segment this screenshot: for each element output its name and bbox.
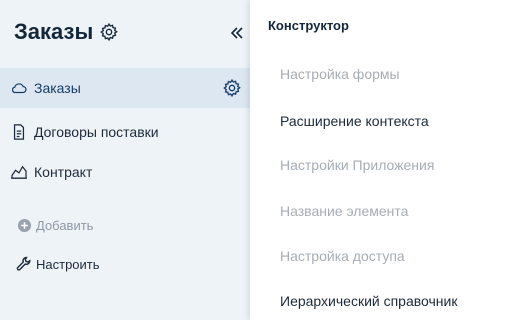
sidebar-item-contract[interactable]: Контракт bbox=[0, 152, 250, 192]
document-icon bbox=[10, 123, 28, 141]
sidebar-item-label: Договоры поставки bbox=[34, 124, 159, 140]
gear-icon[interactable] bbox=[99, 22, 119, 42]
menu-item-access-settings[interactable]: Настройка доступа bbox=[280, 248, 405, 264]
configure-button[interactable]: Настроить bbox=[0, 251, 250, 277]
cloud-icon bbox=[10, 79, 28, 97]
gear-icon[interactable] bbox=[222, 78, 242, 98]
add-circle-icon bbox=[16, 217, 32, 233]
sidebar-item-label: Контракт bbox=[34, 164, 93, 180]
sidebar-item-supply-contracts[interactable]: Договоры поставки bbox=[0, 112, 250, 152]
menu-item-context-extension[interactable]: Расширение контекста bbox=[280, 113, 429, 129]
app-title-text: Заказы bbox=[14, 19, 94, 44]
constructor-dropdown-menu: Конструктор Настройка формы Расширение к… bbox=[250, 0, 508, 320]
configure-label: Настроить bbox=[36, 256, 100, 272]
collapse-sidebar-button[interactable] bbox=[226, 22, 248, 44]
sidebar: Заказы Заказы Договоры поставки Контракт… bbox=[0, 0, 250, 320]
wrench-icon bbox=[16, 256, 32, 272]
menu-item-element-name[interactable]: Название элемента bbox=[280, 203, 408, 219]
sidebar-item-label: Заказы bbox=[34, 80, 81, 96]
menu-item-app-settings[interactable]: Настройки Приложения bbox=[280, 157, 434, 173]
dropdown-header: Конструктор bbox=[268, 18, 349, 33]
menu-item-hierarchical-directory[interactable]: Иерархический справочник bbox=[280, 293, 458, 309]
add-label: Добавить bbox=[36, 217, 94, 233]
menu-item-form-settings[interactable]: Настройка формы bbox=[280, 66, 400, 82]
app-title: Заказы bbox=[14, 19, 119, 45]
chart-icon bbox=[10, 163, 28, 181]
add-button[interactable]: Добавить bbox=[0, 212, 250, 238]
sidebar-item-orders[interactable]: Заказы bbox=[0, 68, 250, 108]
double-chevron-left-icon bbox=[230, 27, 243, 39]
